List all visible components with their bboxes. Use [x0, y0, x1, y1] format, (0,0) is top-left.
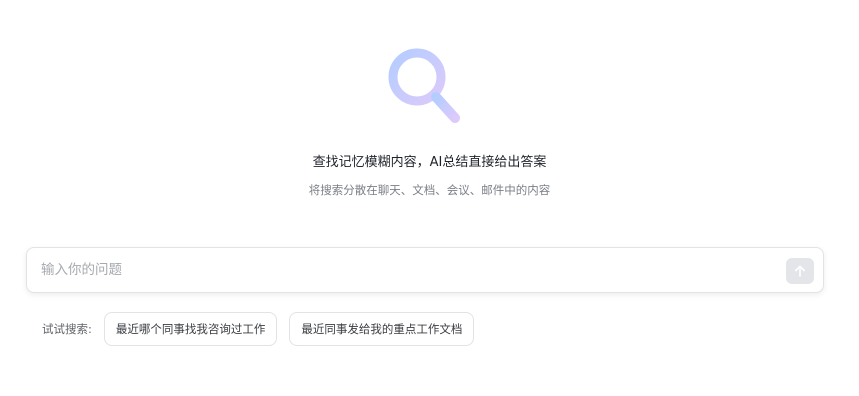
send-button[interactable] — [786, 258, 814, 284]
page-title: 查找记忆模糊内容，AI总结直接给出答案 — [312, 155, 547, 170]
suggestion-label: 试试搜索: — [42, 322, 92, 336]
suggestion-row: 试试搜索: 最近哪个同事找我咨询过工作 最近同事发给我的重点工作文档 — [42, 311, 486, 347]
search-box — [26, 247, 824, 293]
suggestion-chip[interactable]: 最近哪个同事找我咨询过工作 — [103, 312, 278, 346]
suggestion-chip[interactable]: 最近同事发给我的重点工作文档 — [289, 312, 475, 346]
arrow-up-icon — [794, 265, 805, 277]
page-subtitle: 将搜索分散在聊天、文档、会议、邮件中的内容 — [308, 183, 551, 197]
magnifier-icon — [388, 48, 460, 123]
search-input[interactable] — [41, 248, 781, 292]
search-page: 查找记忆模糊内容，AI总结直接给出答案 将搜索分散在聊天、文档、会议、邮件中的内… — [0, 0, 859, 396]
